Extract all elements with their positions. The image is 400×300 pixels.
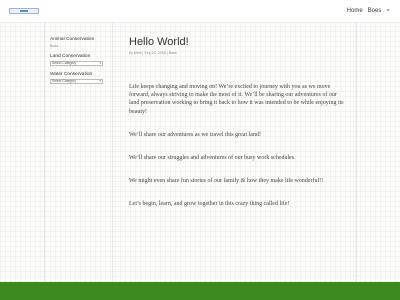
chevron-down-icon: ▾	[99, 61, 101, 65]
site-footer	[0, 282, 400, 300]
nav-item-home[interactable]: Home	[347, 8, 363, 14]
post-paragraph: Life keeps changing and moving on! We’re…	[129, 84, 344, 115]
sidebar: Animal Conservation Boes Land Conservati…	[50, 37, 110, 90]
widget-animal-conservation: Animal Conservation Boes	[50, 37, 110, 48]
chevron-down-icon: ▾	[99, 79, 101, 83]
post-body: Life keeps changing and moving on! We’re…	[129, 83, 344, 209]
site-logo[interactable]	[9, 8, 39, 14]
category-link-boes[interactable]: Boes	[50, 44, 110, 48]
select-value: Select Category	[52, 61, 77, 65]
post-title: Hello World!	[129, 36, 189, 48]
post-paragraph: Let’s begin, learn, and grow together in…	[129, 201, 290, 208]
widget-water-conservation: Water Conservation Select Category ▾	[50, 72, 110, 84]
column-divider-left	[44, 22, 45, 282]
nav-item-boes[interactable]: Boes	[368, 8, 382, 14]
widget-land-conservation: Land Conservation Select Category ▾	[50, 54, 110, 66]
main-nav: Home Boes ⌕	[347, 7, 390, 15]
post-meta: by Mimi | Sep 20, 2018 | Boes	[129, 51, 177, 55]
post-content: Hello World! by Mimi | Sep 20, 2018 | Bo…	[129, 36, 344, 224]
post-paragraph: We might even share fun stories of our f…	[129, 178, 324, 185]
site-header: Home Boes ⌕	[0, 0, 400, 23]
column-divider-middle	[112, 22, 113, 282]
column-divider-right	[356, 22, 357, 282]
post-paragraph: We’ll share our adventures as we travel …	[129, 131, 261, 138]
widget-title: Land Conservation	[50, 54, 91, 59]
land-category-select[interactable]: Select Category ▾	[50, 61, 103, 66]
search-icon[interactable]: ⌕	[386, 7, 390, 15]
select-value: Select Category	[52, 79, 77, 83]
widget-title: Animal Conservation	[50, 37, 95, 42]
widget-title: Water Conservation	[50, 72, 93, 77]
post-paragraph: We’ll share our struggles and adventures…	[129, 155, 296, 162]
water-category-select[interactable]: Select Category ▾	[50, 79, 103, 84]
